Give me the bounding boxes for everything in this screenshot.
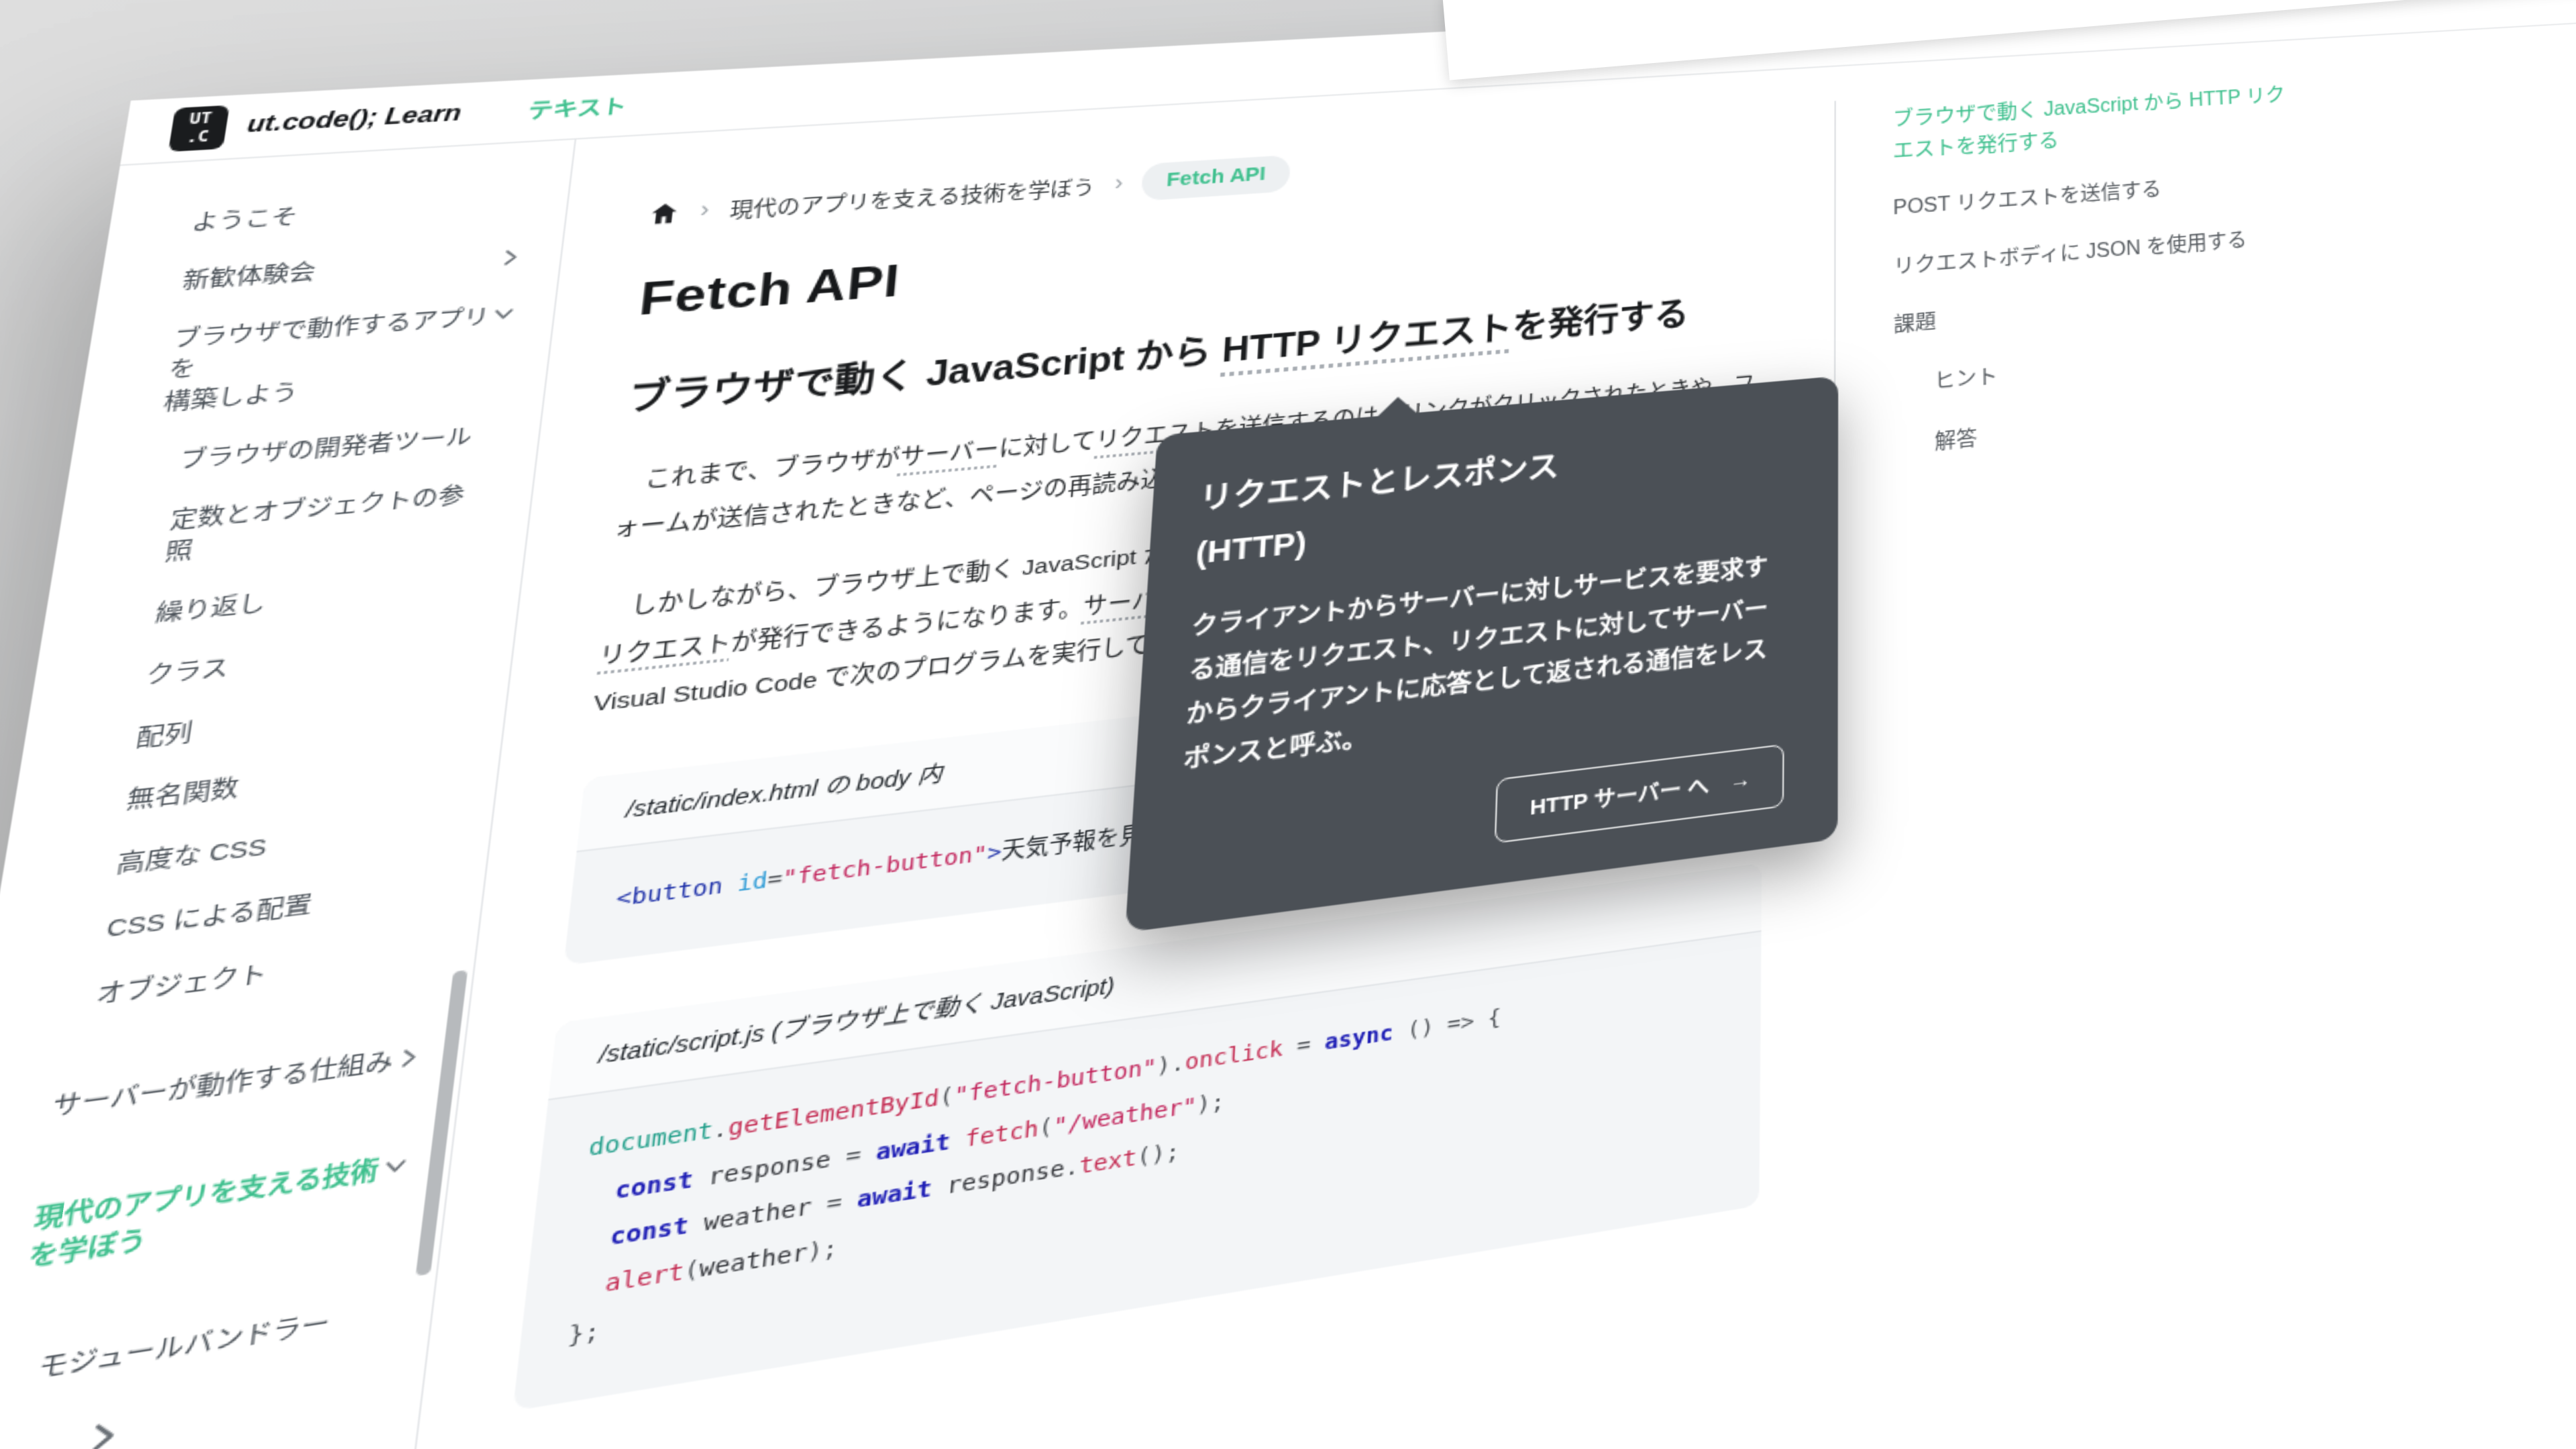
code-token: = — [1283, 1032, 1326, 1062]
logo-line-2: .C — [185, 128, 210, 146]
sidebar-item-label: ようこそ — [190, 205, 299, 235]
code-token: = — [825, 1188, 858, 1218]
chevron-right-icon — [497, 246, 525, 268]
tooltip-title-line2: (HTTP) — [1195, 524, 1307, 570]
code-token — [582, 1179, 616, 1210]
nav-link-text[interactable]: テキスト — [527, 91, 629, 125]
breadcrumb-current[interactable]: Fetch API — [1141, 155, 1290, 201]
breadcrumb-separator: › — [1114, 172, 1124, 196]
sidebar-item-label: 繰り返し — [154, 590, 267, 627]
chevron-down-icon — [380, 1152, 411, 1181]
sidebar-item-label: 現代のアプリを支える技術を学ぼう — [27, 1157, 381, 1272]
code-token: weather — [698, 1240, 808, 1283]
home-icon[interactable] — [648, 200, 680, 227]
sidebar-item-label: モジュールバンドラー — [36, 1308, 331, 1383]
sidebar-item-label: クラス — [144, 654, 231, 689]
toc-item[interactable]: リクエストボディに JSON を使用する — [1893, 213, 2403, 284]
code-token: }; — [567, 1319, 602, 1351]
code-token: await — [856, 1177, 933, 1214]
code-token: text — [1078, 1146, 1138, 1180]
sidebar-item-label: 高度な CSS — [115, 834, 268, 878]
paragraph-text: に対して — [998, 430, 1096, 462]
code-token: alert — [604, 1260, 685, 1299]
code-token: const — [608, 1213, 690, 1251]
tooltip-body: クライアントからサーバーに対しサービスを要求する通信をリクエスト、リクエストに対… — [1182, 546, 1777, 783]
toc-item[interactable]: POST リクエストを送信する — [1893, 158, 2400, 225]
sidebar-item-label: CSS による配置 — [105, 891, 314, 943]
code-token — [572, 1272, 606, 1303]
chevron-down-icon — [490, 302, 518, 325]
toc-list: ブラウザで動く JavaScript から HTTP リクエストを発行するPOS… — [1892, 74, 2412, 464]
sidebar-item-label: 定数とオブジェクトの参照 — [163, 482, 466, 566]
code-token: await — [875, 1130, 951, 1166]
term-link[interactable]: サーバー — [899, 438, 1000, 471]
tooltip-http-server-button[interactable]: HTTP サーバー へ → — [1495, 745, 1784, 845]
paragraph-text: これまで、ブラウザが — [643, 447, 901, 494]
code-token: <button — [615, 873, 739, 912]
code-token: onclick — [1184, 1038, 1283, 1077]
app-page: UT .C ut.code(); Learn テキスト ようこそ新歓体験会ブラウ… — [0, 0, 2576, 1449]
code-token: () => { — [1393, 1007, 1501, 1046]
code-token: fetch — [964, 1116, 1039, 1152]
tooltip-button-label: HTTP サーバー へ — [1529, 770, 1709, 822]
code-token: document — [587, 1119, 714, 1163]
code-token: ). — [1156, 1052, 1186, 1081]
table-of-contents: ブラウザで動く JavaScript から HTTP リクエストを発行するPOS… — [1834, 34, 2413, 496]
code-token: ); — [806, 1236, 839, 1267]
heading-post: を発行する — [1512, 296, 1690, 347]
arrow-right-icon: → — [1729, 768, 1751, 795]
heading-pre: ブラウザで動く JavaScript から — [626, 332, 1223, 419]
utcode-logo[interactable]: UT .C — [168, 105, 230, 152]
code-token: "fetch-button" — [782, 843, 988, 892]
sidebar-item-label: 無名関数 — [125, 775, 241, 815]
code-token: async — [1324, 1022, 1394, 1057]
sidebar-item-label: ブラウザで動作するアプリを構築しよう — [162, 304, 491, 416]
code-token: > — [986, 841, 1002, 867]
toc-item[interactable]: ブラウザで動く JavaScript から HTTP リクエストを発行する — [1892, 74, 2397, 168]
screenshot-frame: ut.code(); UT .C ut.code(); Learn テキスト よ… — [0, 0, 2576, 1449]
tooltip-arrow — [1377, 395, 1419, 417]
sidebar-item[interactable]: サーバーが動作する仕組み — [47, 1021, 467, 1142]
breadcrumb-separator: › — [699, 198, 710, 223]
sidebar-collapse-chevron-icon[interactable] — [79, 1414, 129, 1449]
sidebar-item-label: サーバーが動作する仕組み — [50, 1048, 395, 1122]
code-token: id — [737, 869, 769, 898]
sidebar-item[interactable]: モジュールバンドラー — [5, 1274, 436, 1408]
code-token: = — [845, 1140, 877, 1171]
chevron-right-icon — [394, 1044, 425, 1072]
code-token: const — [614, 1167, 694, 1205]
sidebar-item-label: ブラウザの開発者ツール — [178, 424, 474, 473]
term-link[interactable]: リクエスト — [598, 631, 733, 669]
term-tooltip: リクエストとレスポンス (HTTP) クライアントからサーバーに対しサービスを要… — [1125, 376, 1838, 933]
brand-title[interactable]: ut.code(); Learn — [246, 101, 464, 139]
breadcrumb-parent[interactable]: 現代のアプリを支える技術を学ぼう — [729, 172, 1095, 223]
code-token: ( — [1038, 1114, 1054, 1142]
sidebar-item-label: 新歓体験会 — [181, 260, 317, 293]
sidebar-item-label: オブジェクト — [95, 959, 269, 1008]
sidebar-item[interactable]: 現代のアプリを支える技術を学ぼう — [23, 1128, 454, 1293]
tooltip-title-line1: リクエストとレスポンス — [1198, 448, 1560, 516]
heading-term-link[interactable]: HTTP リクエスト — [1221, 309, 1513, 370]
code-token: ); — [1196, 1089, 1226, 1118]
code-token — [577, 1225, 611, 1256]
logo-line-1: UT — [188, 111, 213, 129]
sidebar-item-label: 配列 — [134, 718, 194, 751]
code-token: (); — [1136, 1139, 1180, 1171]
